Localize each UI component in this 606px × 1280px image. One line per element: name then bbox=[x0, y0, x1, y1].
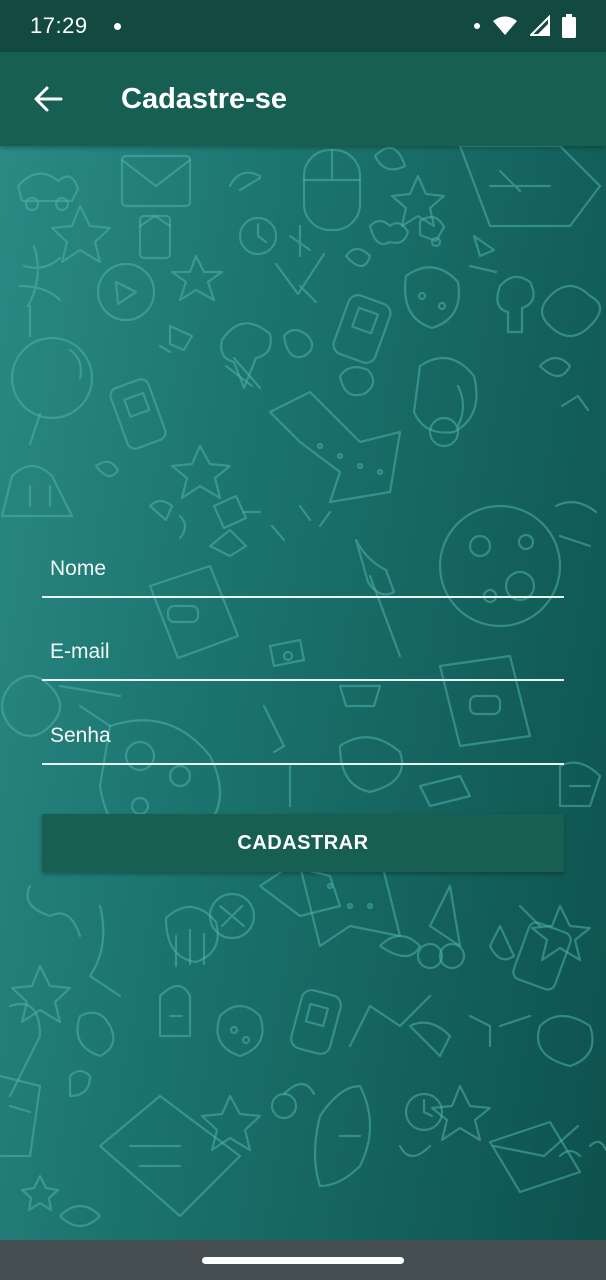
form-screen: CADASTRAR bbox=[0, 146, 606, 1240]
home-gesture-handle[interactable] bbox=[202, 1256, 404, 1264]
name-field[interactable] bbox=[42, 542, 564, 598]
notification-dot-icon bbox=[474, 23, 480, 29]
notification-dot-icon bbox=[113, 22, 121, 30]
system-nav-bar bbox=[0, 1240, 606, 1280]
app-bar: Cadastre-se bbox=[0, 52, 606, 146]
wifi-icon bbox=[493, 16, 517, 35]
email-input[interactable] bbox=[42, 625, 564, 679]
password-input[interactable] bbox=[42, 709, 564, 763]
status-bar: 17:29 bbox=[0, 0, 606, 52]
status-time: 17:29 bbox=[30, 13, 88, 38]
doodle-background-pattern bbox=[0, 146, 606, 1228]
back-button[interactable] bbox=[18, 69, 78, 129]
status-icons bbox=[474, 14, 576, 38]
password-field[interactable] bbox=[42, 709, 564, 765]
name-input[interactable] bbox=[42, 542, 564, 596]
arrow-left-icon bbox=[34, 86, 63, 112]
page-title: Cadastre-se bbox=[121, 82, 288, 115]
signal-icon bbox=[530, 15, 550, 36]
register-button[interactable]: CADASTRAR bbox=[42, 814, 564, 872]
battery-icon bbox=[562, 14, 576, 38]
email-field[interactable] bbox=[42, 625, 564, 681]
